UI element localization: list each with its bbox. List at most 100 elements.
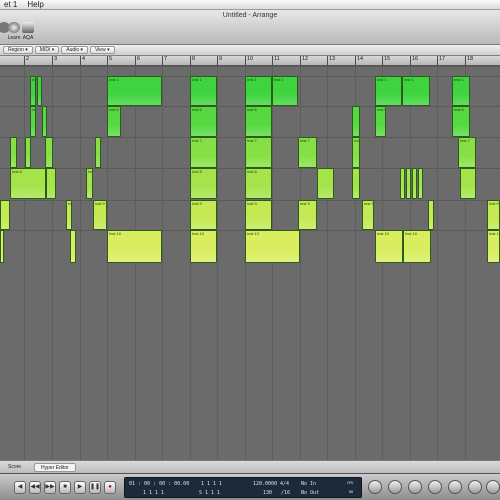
menu-item-help[interactable]: Help bbox=[27, 0, 43, 9]
midi-region[interactable]: Inst 6 bbox=[452, 106, 470, 137]
midi-region[interactable]: Inst 1 bbox=[190, 76, 217, 106]
midi-region[interactable] bbox=[418, 168, 423, 199]
midi-region[interactable]: Inst 9 bbox=[66, 200, 72, 230]
midi-region[interactable]: Inst 9 bbox=[298, 200, 317, 230]
midi-region[interactable]: Inst 1 bbox=[30, 76, 36, 106]
midi-region[interactable]: Inst 9 bbox=[362, 200, 374, 230]
low-latency-button[interactable] bbox=[486, 480, 500, 494]
midi-region[interactable]: Inst 7 bbox=[245, 137, 272, 168]
pause-button[interactable]: ❚❚ bbox=[89, 481, 101, 494]
midi-region[interactable]: Inst 9 bbox=[487, 200, 500, 230]
region-name: Inst 10 bbox=[192, 231, 205, 236]
midi-region[interactable] bbox=[317, 168, 334, 199]
fast-forward-button[interactable]: ▶▶ bbox=[44, 481, 56, 494]
midi-region[interactable] bbox=[0, 230, 4, 263]
midi-region[interactable]: Inst 1 bbox=[107, 76, 162, 106]
bar-gridline bbox=[80, 66, 81, 460]
midi-region[interactable]: Inst 8 bbox=[245, 168, 272, 199]
window-title: Untitled - Arrange bbox=[222, 12, 278, 19]
audio-menu[interactable]: Audio bbox=[61, 46, 88, 54]
region-name: Inst 10 bbox=[109, 231, 122, 236]
midi-menu[interactable]: MIDI bbox=[34, 46, 60, 54]
solo-button[interactable] bbox=[428, 480, 442, 494]
tempo-display: 120.0000 bbox=[253, 481, 278, 487]
rewind-button[interactable]: ◀◀ bbox=[29, 481, 41, 494]
midi-region[interactable] bbox=[45, 137, 53, 168]
track-lane-divider bbox=[0, 66, 500, 67]
ruler-bar-16: 16 bbox=[410, 56, 418, 66]
tab-score[interactable]: Score bbox=[2, 463, 27, 472]
punch-button[interactable] bbox=[408, 480, 422, 494]
midi-region[interactable]: Inst 10 bbox=[190, 230, 217, 263]
cycle-button[interactable] bbox=[368, 480, 382, 494]
midi-region[interactable] bbox=[25, 137, 31, 168]
region-name bbox=[47, 169, 55, 174]
bar-ruler[interactable]: 2 3 4 5 6 7 8 9 10 11 12 13 14 15 16 17 18 bbox=[0, 56, 500, 66]
midi-region[interactable] bbox=[428, 200, 434, 230]
midi-region[interactable]: Inst 1 bbox=[402, 76, 430, 106]
midi-region[interactable]: Inst 10 bbox=[487, 230, 500, 263]
sync-button[interactable] bbox=[448, 480, 462, 494]
midi-region[interactable]: Inst 9 bbox=[93, 200, 107, 230]
midi-region[interactable]: Inst 10 bbox=[245, 230, 300, 263]
ruler-bar-4: 4 bbox=[80, 56, 85, 66]
midi-region[interactable] bbox=[37, 76, 42, 106]
midi-region[interactable]: Inst 1 bbox=[452, 76, 470, 106]
midi-region[interactable]: Inst 6 bbox=[107, 106, 121, 137]
midi-region[interactable] bbox=[95, 137, 101, 168]
midi-region[interactable] bbox=[406, 168, 411, 199]
midi-region[interactable]: Inst 6 bbox=[30, 106, 36, 137]
midi-region[interactable] bbox=[400, 168, 405, 199]
ruler-bar-7: 7 bbox=[162, 56, 167, 66]
stop-button[interactable]: ■ bbox=[59, 481, 71, 494]
click-button[interactable] bbox=[468, 480, 482, 494]
midi-region[interactable]: Inst 1 bbox=[375, 76, 402, 106]
midi-region[interactable]: Inst 9 bbox=[245, 200, 272, 230]
menu-item-track[interactable]: et 1 bbox=[4, 0, 17, 9]
view-menu[interactable]: View bbox=[89, 46, 115, 54]
midi-region[interactable] bbox=[70, 230, 76, 263]
midi-region[interactable] bbox=[42, 106, 47, 137]
region-name: Inst 1 bbox=[404, 77, 414, 82]
midi-region[interactable]: Inst 1 bbox=[272, 76, 298, 106]
midi-region[interactable]: Inst 10 bbox=[107, 230, 162, 263]
transport-left-button[interactable]: ◀ bbox=[14, 481, 26, 494]
arrange-area[interactable]: Inst 1 Inst 1 Inst 1 Inst 1 Inst 1 Inst 1 Inst… bbox=[0, 66, 500, 460]
midi-region[interactable] bbox=[352, 106, 360, 137]
region-name bbox=[71, 231, 75, 236]
midi-region[interactable] bbox=[10, 137, 17, 168]
midi-region[interactable] bbox=[412, 168, 417, 199]
midi-region[interactable]: Inst 7 bbox=[298, 137, 317, 168]
replace-button[interactable] bbox=[388, 480, 402, 494]
midi-region[interactable]: Inst 7 bbox=[190, 137, 217, 168]
region-name: Inst 1 bbox=[454, 77, 464, 82]
tab-hyper-editor[interactable]: Hyper Editor bbox=[34, 463, 76, 472]
midi-region[interactable] bbox=[0, 200, 10, 230]
region-name: Inst 9 bbox=[192, 201, 202, 206]
midi-region[interactable] bbox=[460, 168, 476, 199]
bar-gridline bbox=[24, 66, 25, 460]
midi-region[interactable]: Inst 6 bbox=[245, 106, 272, 137]
midi-region[interactable]: Inst 10 bbox=[375, 230, 403, 263]
midi-region[interactable]: Inst 9 bbox=[190, 200, 217, 230]
record-button[interactable]: ● bbox=[104, 481, 116, 494]
midi-region[interactable] bbox=[46, 168, 56, 199]
play-button[interactable]: ▶ bbox=[74, 481, 86, 494]
region-name bbox=[461, 169, 475, 174]
midi-region[interactable] bbox=[352, 168, 360, 199]
bar-gridline bbox=[327, 66, 328, 460]
midi-region[interactable]: Inst 8 bbox=[86, 168, 93, 199]
midi-region[interactable]: Inst 7 bbox=[458, 137, 476, 168]
midi-region[interactable]: Inst 7 bbox=[352, 137, 360, 168]
midi-region[interactable]: Inst 6 bbox=[375, 106, 386, 137]
toolbar-aqa-button[interactable]: AQA bbox=[18, 22, 38, 41]
midi-region[interactable]: Inst 6 bbox=[190, 106, 217, 137]
midi-region[interactable]: Inst 8 bbox=[190, 168, 217, 199]
midi-region[interactable]: Inst 1 bbox=[245, 76, 272, 106]
transport-display[interactable]: 01 : 00 : 00 : 00.00 1 1 1 1 1 1 1 1 S 1… bbox=[124, 477, 362, 498]
midi-region[interactable]: Inst 8 bbox=[10, 168, 46, 199]
region-name: Inst 8 bbox=[247, 169, 257, 174]
midi-region[interactable]: Inst 10 bbox=[403, 230, 431, 263]
cpu-label: CPU bbox=[347, 481, 354, 485]
region-menu[interactable]: Region bbox=[3, 46, 33, 54]
